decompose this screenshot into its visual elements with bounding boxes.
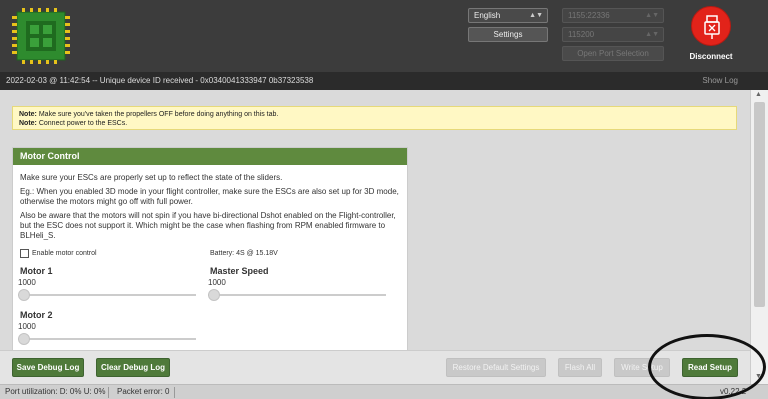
notes-box: Note: Make sure you've taken the propell… [12,106,737,130]
packet-error: Packet error: 0 [117,387,170,396]
status-divider [174,387,175,398]
select-arrows-icon: ▲▼ [645,31,659,38]
master-speed-value: 1000 [208,278,226,287]
battery-status: Battery: 4S @ 15.18V [210,250,278,257]
note-prefix: Note: [19,111,37,118]
note-line-2: Note: Connect power to the ESCs. [19,119,730,128]
port-select[interactable]: 1155:22336 ▲▼ [562,8,664,23]
motor-1-value: 1000 [18,278,36,287]
clear-debug-log-button[interactable]: Clear Debug Log [96,358,170,377]
baud-select[interactable]: 115200 ▲▼ [562,27,664,42]
header-bar: English ▲▼ Settings 1155:22336 ▲▼ 115200… [0,0,768,72]
scroll-up-icon[interactable]: ▲ [755,91,762,98]
panel-title: Motor Control [13,148,407,165]
vertical-scrollbar[interactable]: ▲ ▼ [750,90,768,384]
note-text: Connect power to the ESCs. [38,120,128,127]
master-speed-slider[interactable] [208,289,386,301]
slider-track [18,294,196,296]
motor-1-label: Motor 1 [20,266,53,276]
open-port-selection-button[interactable]: Open Port Selection [562,46,664,61]
language-select[interactable]: English ▲▼ [468,8,548,23]
status-divider [108,387,109,398]
show-log-link[interactable]: Show Log [702,72,738,90]
status-bar: Port utilization: D: 0% U: 0% Packet err… [0,384,768,399]
language-value: English [474,11,501,20]
intro-text: Make sure your ESCs are properly set up … [20,173,283,182]
slider-knob[interactable] [18,289,30,301]
restore-default-settings-button[interactable]: Restore Default Settings [446,358,546,377]
motor-2-slider[interactable] [18,333,196,345]
warning-text: Also be aware that the motors will not s… [20,211,396,240]
note-line-1: Note: Make sure you've taken the propell… [19,110,730,119]
select-arrows-icon: ▲▼ [529,12,543,19]
disconnect-label: Disconnect [689,52,733,61]
usb-disconnect-icon [691,6,731,46]
motor-2-label: Motor 2 [20,310,53,320]
slider-knob[interactable] [18,333,30,345]
flash-all-button[interactable]: Flash All [558,358,602,377]
log-bar: 2022-02-03 @ 11:42:54 -- Unique device I… [0,72,768,90]
motor-1-slider[interactable] [18,289,196,301]
port-value: 1155:22336 [568,11,610,20]
disconnect-button[interactable]: Disconnect [688,6,734,61]
slider-track [208,294,386,296]
log-message: 2022-02-03 @ 11:42:54 -- Unique device I… [6,76,314,85]
enable-motor-control-label: Enable motor control [32,250,97,257]
note-prefix: Note: [19,120,37,127]
motor-control-panel: Motor Control Make sure your ESCs are pr… [12,147,408,357]
motor-2-value: 1000 [18,322,36,331]
note-text: Make sure you've taken the propellers OF… [38,111,279,118]
example-text: Eg.: When you enabled 3D mode in your fl… [20,187,399,206]
port-utilization: Port utilization: D: 0% U: 0% [5,387,106,396]
scroll-down-icon[interactable]: ▼ [755,373,762,380]
save-debug-log-button[interactable]: Save Debug Log [12,358,84,377]
scrollbar-thumb[interactable] [754,102,765,307]
select-arrows-icon: ▲▼ [645,12,659,19]
read-setup-button[interactable]: Read Setup [682,358,738,377]
esc-board-logo [12,8,70,64]
write-setup-button[interactable]: Write Setup [614,358,670,377]
slider-track [18,338,196,340]
slider-knob[interactable] [208,289,220,301]
settings-button[interactable]: Settings [468,27,548,42]
baud-value: 115200 [568,30,595,39]
enable-motor-control-checkbox[interactable] [20,249,29,258]
version-label: v0.22.2 [720,387,747,396]
master-speed-label: Master Speed [210,266,269,276]
